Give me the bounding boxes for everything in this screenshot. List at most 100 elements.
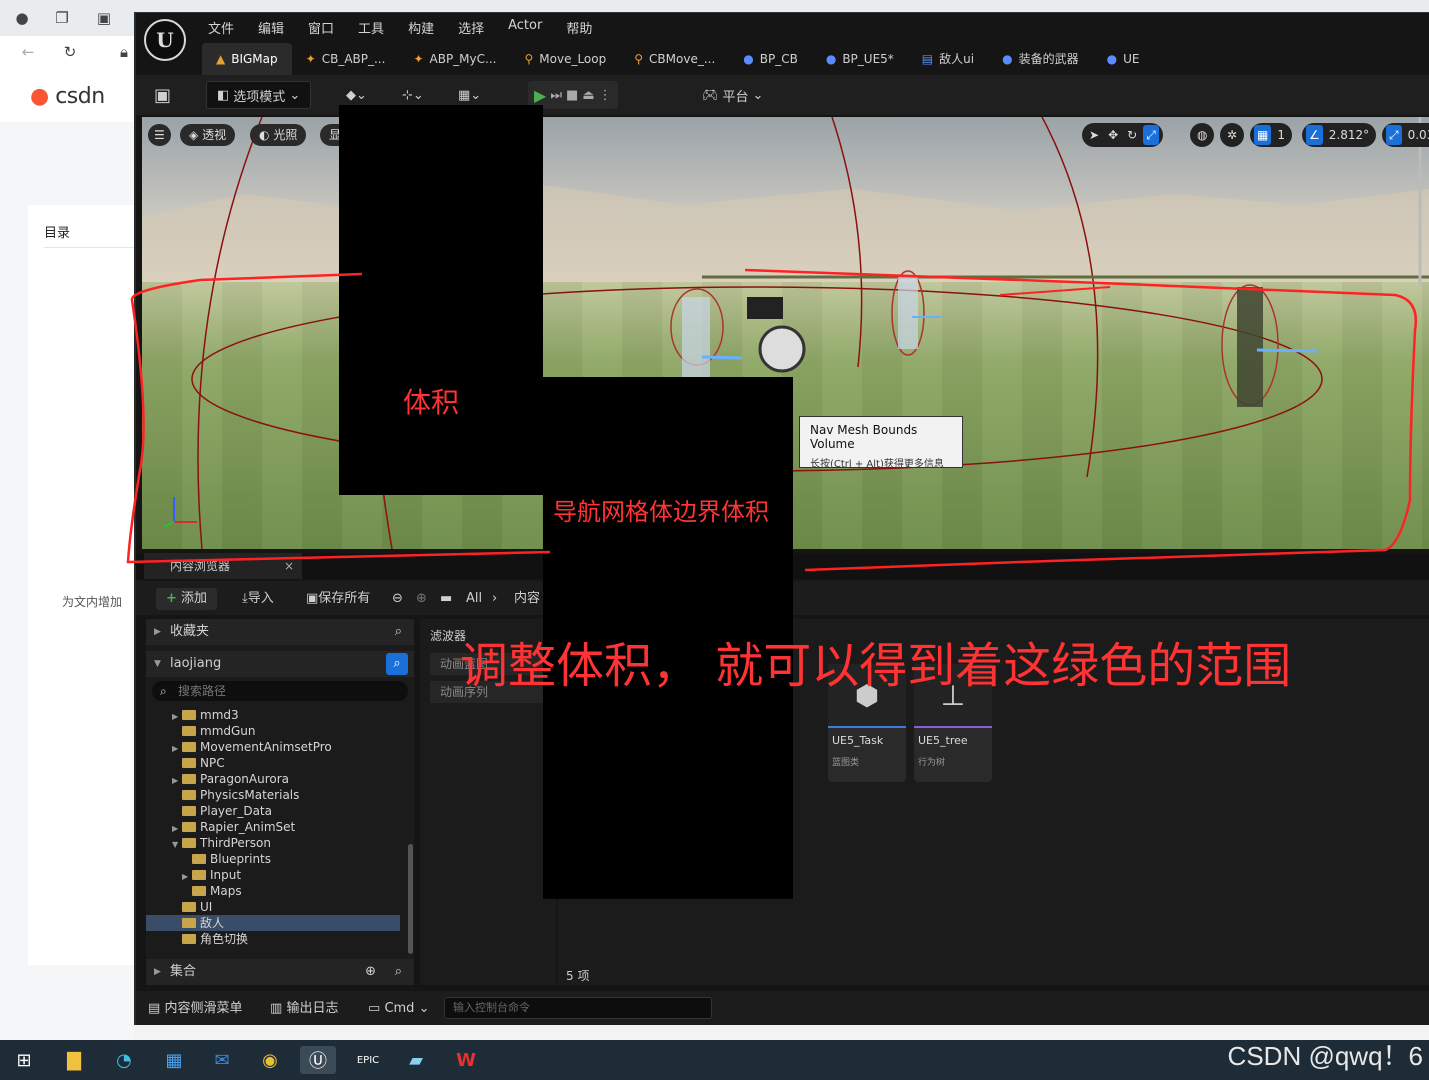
- viewport-menu-button[interactable]: ☰: [148, 124, 171, 146]
- mail-icon[interactable]: ✉: [204, 1046, 240, 1074]
- tab-bp-ue5[interactable]: ● BP_UE5*: [812, 43, 908, 75]
- tree-item[interactable]: NPC: [146, 755, 400, 771]
- save-icon[interactable]: ▣: [154, 81, 171, 109]
- import-button[interactable]: ⤓导入: [242, 588, 274, 610]
- menu-file[interactable]: 文件: [196, 13, 246, 41]
- tree-item[interactable]: ▶ MovementAnimsetPro: [146, 739, 400, 755]
- path-all[interactable]: All: [466, 588, 482, 610]
- output-log-button[interactable]: ▥ 输出日志: [270, 999, 338, 1019]
- character-1[interactable]: [670, 288, 743, 377]
- add-label: 添加: [181, 591, 208, 606]
- mode-select[interactable]: ◧ 选项模式 ⌄: [206, 81, 312, 109]
- grid-snap[interactable]: ▦ 1: [1250, 123, 1292, 147]
- play-icon[interactable]: ▶: [534, 86, 546, 105]
- console-input[interactable]: 输入控制台命令: [444, 997, 712, 1019]
- path-content[interactable]: 内容: [514, 588, 540, 610]
- rotate-icon[interactable]: ↻: [1124, 125, 1140, 145]
- tree-item-selected[interactable]: 敌人: [146, 915, 400, 931]
- tab-cbmove[interactable]: ⚲ CBMove_...: [620, 43, 729, 75]
- blueprint-icon: ●: [1106, 52, 1118, 66]
- platform-button[interactable]: 🎮︎ 平台 ⌄: [702, 81, 763, 109]
- close-icon[interactable]: ×: [284, 553, 294, 579]
- history-back-icon[interactable]: ⊖: [392, 588, 403, 610]
- tree-item[interactable]: ▼ ThirdPerson: [146, 835, 400, 851]
- collections-section[interactable]: ▶ 集合 ⊕ ⌕: [146, 959, 414, 985]
- add-button[interactable]: + 添加: [156, 588, 218, 610]
- history-forward-icon[interactable]: ⊕: [416, 588, 427, 610]
- character-2[interactable]: [891, 270, 942, 356]
- unreal-logo-icon[interactable]: U: [144, 19, 186, 61]
- favorites-section[interactable]: ▶ 收藏夹 ⌕: [146, 619, 414, 645]
- path-search-input[interactable]: ⌕ 搜索路径: [152, 681, 408, 701]
- eject-icon[interactable]: ⏏: [582, 88, 594, 103]
- menu-build[interactable]: 构建: [396, 13, 446, 41]
- scale-snap[interactable]: ⤢ 0.03: [1382, 123, 1429, 147]
- unreal-taskbar-icon[interactable]: Ⓤ: [300, 1046, 336, 1074]
- lit-button[interactable]: ◐ 光照: [250, 124, 307, 146]
- menu-tools[interactable]: 工具: [346, 13, 396, 41]
- tree-item[interactable]: 角色切换: [146, 931, 400, 947]
- search-icon[interactable]: ⌕: [395, 619, 402, 645]
- menu-window[interactable]: 窗口: [296, 13, 346, 41]
- tab-enemy-ui[interactable]: ▤ 敌人ui: [908, 43, 988, 75]
- tab-bp-cb[interactable]: ● BP_CB: [729, 43, 812, 75]
- perspective-button[interactable]: ◈ 透视: [180, 124, 236, 146]
- file-explorer-icon[interactable]: ▇: [56, 1046, 92, 1074]
- tab-cb-abp[interactable]: ✦ CB_ABP_...: [292, 43, 400, 75]
- tab-ue[interactable]: ● UE: [1093, 43, 1154, 75]
- more-options-icon[interactable]: ⋮: [599, 88, 612, 103]
- content-drawer-button[interactable]: ▤ 内容侧滑菜单: [148, 999, 242, 1019]
- search-icon[interactable]: ⌕: [395, 959, 402, 985]
- save-all-button[interactable]: ▣保存所有: [306, 588, 370, 610]
- csdn-logo[interactable]: ● csdn: [30, 84, 105, 109]
- add-collection-icon[interactable]: ⊕: [365, 959, 376, 985]
- notes-icon[interactable]: ▰: [398, 1046, 434, 1074]
- edge-icon[interactable]: ◔: [106, 1046, 142, 1074]
- angle-snap[interactable]: ∠ 2.812°: [1302, 123, 1377, 147]
- tree-item[interactable]: UI: [146, 899, 400, 915]
- camera-actor[interactable]: [747, 297, 806, 373]
- profile-icon[interactable]: ●: [12, 8, 32, 28]
- select-icon[interactable]: ➤: [1086, 125, 1102, 145]
- scale-icon[interactable]: ⤢: [1143, 125, 1159, 145]
- back-icon[interactable]: ←: [18, 42, 38, 62]
- tree-scrollbar[interactable]: [408, 844, 413, 954]
- character-3[interactable]: [1221, 284, 1318, 407]
- tab-move-loop[interactable]: ⚲ Move_Loop: [510, 43, 620, 75]
- root-folder-section[interactable]: ▼ laojiang ⌕: [146, 651, 414, 677]
- chrome-icon[interactable]: ◉: [252, 1046, 288, 1074]
- menu-actor[interactable]: Actor: [496, 13, 554, 41]
- epic-games-icon[interactable]: EPIC: [350, 1046, 386, 1074]
- tree-item[interactable]: Player_Data: [146, 803, 400, 819]
- tooltip-hint: 长按(Ctrl + Alt)获得更多信息: [810, 459, 944, 470]
- refresh-icon[interactable]: ↻: [60, 42, 80, 62]
- windows-start-icon[interactable]: ⊞: [6, 1046, 42, 1074]
- tree-item[interactable]: ▶ ParagonAurora: [146, 771, 400, 787]
- log-icon: ▥: [270, 1001, 283, 1016]
- tree-item[interactable]: ▶ mmd3: [146, 707, 400, 723]
- tree-item[interactable]: Blueprints: [146, 851, 400, 867]
- store-icon[interactable]: ▦: [156, 1046, 192, 1074]
- surface-snap-toggle[interactable]: ✲: [1220, 123, 1245, 147]
- asset-name: UE5_Task: [832, 734, 884, 747]
- menu-select[interactable]: 选择: [446, 13, 496, 41]
- cmd-dropdown[interactable]: ▭ Cmd ⌄: [368, 999, 429, 1019]
- move-icon[interactable]: ✥: [1105, 125, 1121, 145]
- tree-item[interactable]: mmdGun: [146, 723, 400, 739]
- tab-bigmap[interactable]: ▲ BIGMap: [202, 43, 292, 75]
- tab-content-browser[interactable]: 内容浏览器 ×: [144, 553, 302, 579]
- tab-weapon[interactable]: ● 装备的武器: [988, 43, 1093, 75]
- skip-icon[interactable]: ⏭: [550, 88, 562, 103]
- tab-abp-myc[interactable]: ✦ ABP_MyC...: [399, 43, 510, 75]
- menu-help[interactable]: 帮助: [554, 13, 604, 41]
- search-toggle-icon[interactable]: ⌕: [386, 653, 408, 675]
- tree-item[interactable]: PhysicsMaterials: [146, 787, 400, 803]
- menu-edit[interactable]: 编辑: [246, 13, 296, 41]
- workspaces-icon[interactable]: ❐: [52, 8, 72, 28]
- tree-item[interactable]: ▶ Rapier_AnimSet: [146, 819, 400, 835]
- wps-icon[interactable]: W: [448, 1046, 484, 1074]
- tree-item[interactable]: Maps: [146, 883, 400, 899]
- tab-actions-icon[interactable]: ▣: [94, 8, 114, 28]
- tree-item[interactable]: ▶ Input: [146, 867, 400, 883]
- stop-icon[interactable]: ■: [566, 88, 578, 103]
